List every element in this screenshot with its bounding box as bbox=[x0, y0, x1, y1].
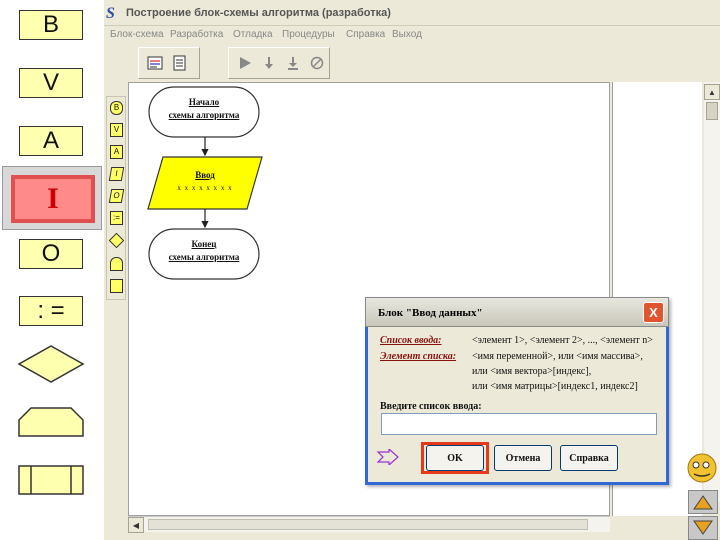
palette-assign-label: : = bbox=[37, 297, 65, 324]
title-bar: S Построение блок-схемы алгоритма (разра… bbox=[104, 0, 720, 26]
list-label: Список ввода: bbox=[380, 335, 442, 346]
ok-button[interactable]: OK bbox=[426, 445, 484, 471]
scroll-left-icon[interactable]: ◀ bbox=[128, 517, 144, 533]
stop-icon[interactable] bbox=[307, 52, 327, 74]
block-toolbar: B V A I O := bbox=[106, 96, 126, 300]
side-begin-button[interactable]: B bbox=[110, 101, 123, 115]
menu-debug[interactable]: Отладка bbox=[233, 29, 273, 40]
decision-shape-icon bbox=[17, 345, 85, 383]
side-assign-button[interactable]: := bbox=[110, 211, 123, 225]
side-input-button[interactable]: I bbox=[108, 167, 125, 181]
menu-help[interactable]: Справка bbox=[346, 29, 385, 40]
end-block-label: Конец схемы алгоритма bbox=[168, 239, 240, 262]
vertical-scrollbar[interactable]: ▲ bbox=[704, 82, 720, 502]
menu-develop[interactable]: Разработка bbox=[170, 29, 223, 40]
slide-down-button[interactable] bbox=[688, 516, 718, 540]
close-icon[interactable]: X bbox=[643, 302, 664, 323]
side-loop-button[interactable] bbox=[110, 257, 123, 271]
palette-a-label: A bbox=[42, 127, 59, 154]
window-title: Построение блок-схемы алгоритма (разрабо… bbox=[126, 7, 391, 19]
menu-procedures[interactable]: Процедуры bbox=[282, 29, 335, 40]
scroll-up-icon[interactable]: ▲ bbox=[704, 84, 720, 100]
palette-loop-button[interactable] bbox=[17, 406, 85, 438]
palette-output-label: V bbox=[42, 69, 59, 96]
side-procedure-button[interactable] bbox=[110, 279, 123, 293]
palette-input-button[interactable]: I bbox=[2, 166, 102, 230]
dialog-title: Блок "Ввод данных" bbox=[378, 307, 483, 319]
loop-shape-icon bbox=[18, 407, 84, 437]
app-logo-icon: S bbox=[106, 5, 115, 22]
file-toolbar bbox=[138, 47, 200, 79]
step-into-icon[interactable] bbox=[259, 52, 279, 74]
horizontal-scrollbar[interactable]: ◀ bbox=[128, 516, 610, 533]
procedure-shape-icon bbox=[18, 465, 84, 495]
dialog-title-bar: Блок "Ввод данных" X bbox=[365, 297, 669, 327]
menu-exit[interactable]: Выход bbox=[392, 29, 422, 40]
palette-begin-button[interactable]: B bbox=[19, 10, 83, 40]
step-over-icon[interactable] bbox=[283, 52, 303, 74]
palette-input-label: I bbox=[47, 182, 59, 215]
input-list-field[interactable] bbox=[381, 413, 657, 435]
input-block-label: Ввод x x x x x x x x bbox=[177, 170, 233, 192]
help-button[interactable]: Справка bbox=[560, 445, 618, 471]
arrow-down-icon bbox=[693, 520, 713, 535]
side-o-button[interactable]: O bbox=[108, 189, 125, 203]
element-line-2: или <имя вектора>[индекс], bbox=[472, 366, 592, 377]
assistant-character-icon[interactable] bbox=[684, 450, 720, 486]
debug-toolbar bbox=[228, 47, 330, 79]
menu-flowchart[interactable]: Блок-схема bbox=[110, 29, 164, 40]
input-dialog: Блок "Ввод данных" X Список ввода: <элем… bbox=[365, 297, 669, 485]
palette-input-selected: I bbox=[11, 175, 95, 223]
palette-o-button[interactable]: O bbox=[19, 239, 83, 269]
list-icon[interactable] bbox=[145, 52, 165, 74]
element-label: Элемент списка: bbox=[380, 351, 457, 362]
run-icon[interactable] bbox=[235, 52, 255, 74]
list-value: <элемент 1>, <элемент 2>, ..., <элемент … bbox=[472, 335, 653, 346]
element-value: <имя переменной>, или <имя массива>, bbox=[472, 351, 643, 362]
slide-up-button[interactable] bbox=[688, 490, 718, 514]
scroll-h-thumb[interactable] bbox=[148, 519, 588, 530]
palette-output-button[interactable]: V bbox=[19, 68, 83, 98]
scroll-thumb[interactable] bbox=[706, 102, 718, 120]
palette-procedure-button[interactable] bbox=[17, 464, 85, 496]
palette-assign-a-button[interactable]: A bbox=[19, 126, 83, 156]
side-assign-a-button[interactable]: A bbox=[110, 145, 123, 159]
side-output-button[interactable]: V bbox=[110, 123, 123, 137]
start-block-label: Начало схемы алгоритма bbox=[168, 97, 240, 120]
palette-o-label: O bbox=[41, 240, 61, 267]
palette-decision-button[interactable] bbox=[17, 344, 85, 384]
menu-bar: Блок-схема Разработка Отладка Процедуры … bbox=[104, 27, 720, 45]
pointer-arrow-icon bbox=[376, 449, 399, 465]
arrow-up-icon bbox=[693, 495, 713, 510]
input-prompt: Введите список ввода: bbox=[380, 401, 482, 412]
side-decision-button[interactable] bbox=[108, 232, 125, 249]
palette-begin-label: B bbox=[42, 11, 59, 38]
cancel-button[interactable]: Отмена bbox=[494, 445, 552, 471]
palette-assign-button[interactable]: : = bbox=[19, 296, 83, 326]
document-icon[interactable] bbox=[169, 52, 189, 74]
element-line-3: или <имя матрицы>[индекс1, индекс2] bbox=[472, 381, 638, 392]
